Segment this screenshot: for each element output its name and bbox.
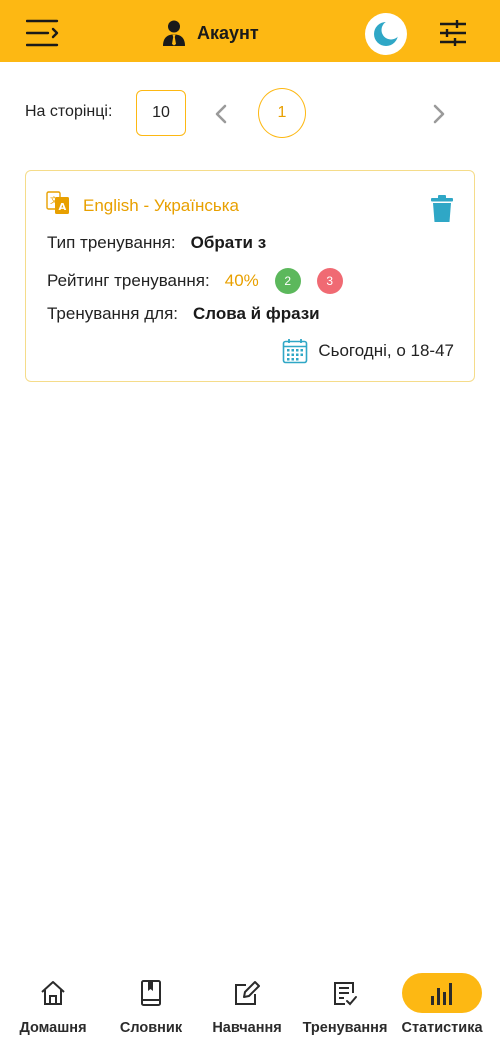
training-for-row: Тренування для: Слова й фрази bbox=[47, 304, 320, 324]
account-button[interactable]: Акаунт bbox=[162, 20, 259, 46]
nav-dictionary-label: Словник bbox=[119, 1020, 183, 1036]
training-for-value: Слова й фрази bbox=[193, 304, 320, 323]
nav-learning[interactable]: Навчання bbox=[199, 966, 295, 1046]
previous-page-button[interactable] bbox=[208, 100, 234, 128]
trash-icon bbox=[431, 195, 453, 222]
training-type-row: Тип тренування: Обрати з bbox=[47, 233, 266, 253]
page-size-label: На сторінці: bbox=[25, 103, 113, 120]
correct-count-badge: 2 bbox=[274, 268, 301, 294]
nav-home[interactable]: Домашня bbox=[5, 966, 101, 1046]
wrong-count-badge: 3 bbox=[316, 268, 343, 294]
svg-text:A: A bbox=[59, 202, 67, 213]
nav-learning-label: Навчання bbox=[212, 1020, 282, 1036]
user-tie-icon bbox=[163, 20, 185, 46]
calendar-icon bbox=[283, 339, 308, 364]
nav-dictionary[interactable]: Словник bbox=[103, 966, 199, 1046]
menu-button[interactable] bbox=[25, 18, 60, 48]
book-icon bbox=[141, 980, 161, 1006]
training-for-label: Тренування для: bbox=[47, 304, 178, 323]
training-date: Сьогодні, о 18-47 bbox=[318, 341, 454, 360]
checklist-icon bbox=[334, 982, 357, 1006]
page-size-select[interactable]: 10 bbox=[136, 90, 186, 136]
training-date-row: Сьогодні, о 18-47 bbox=[282, 338, 454, 364]
translate-icon: 文 A bbox=[46, 191, 69, 214]
bar-chart-icon bbox=[431, 983, 452, 1005]
delete-button[interactable] bbox=[431, 195, 453, 223]
moon-icon bbox=[374, 21, 399, 46]
nav-training-label: Тренування bbox=[302, 1020, 388, 1036]
training-rating-row: Рейтинг тренування: 40% 2 3 bbox=[47, 268, 343, 294]
theme-toggle-button[interactable] bbox=[365, 13, 407, 55]
chevron-right-icon bbox=[433, 104, 445, 124]
training-type-label: Тип тренування: bbox=[47, 233, 176, 252]
nav-home-label: Домашня bbox=[19, 1020, 87, 1036]
nav-training[interactable]: Тренування bbox=[297, 966, 393, 1046]
edit-icon bbox=[235, 981, 260, 1005]
menu-arrow-icon bbox=[25, 19, 59, 47]
training-rating-value: 40% bbox=[224, 271, 259, 290]
training-type-value: Обрати з bbox=[190, 233, 267, 252]
language-pair-title: English - Українська bbox=[83, 196, 239, 215]
filter-settings-button[interactable] bbox=[438, 19, 468, 47]
account-label: Акаунт bbox=[197, 22, 259, 43]
bottom-navigation: Домашня Словник Навчання Тренування Стат… bbox=[0, 966, 500, 1046]
home-icon bbox=[41, 981, 65, 1005]
training-rating-label: Рейтинг тренування: bbox=[47, 271, 210, 290]
svg-text:文: 文 bbox=[50, 195, 58, 205]
chevron-left-icon bbox=[215, 104, 227, 124]
nav-statistics[interactable]: Статистика bbox=[394, 966, 490, 1046]
current-page-indicator[interactable]: 1 bbox=[258, 88, 306, 138]
top-app-bar: Акаунт bbox=[0, 0, 500, 62]
nav-statistics-label: Статистика bbox=[401, 1020, 483, 1036]
next-page-button[interactable] bbox=[426, 100, 452, 128]
sliders-icon bbox=[440, 20, 466, 46]
training-result-card[interactable]: 文 A English - Українська Тип тренування:… bbox=[25, 170, 475, 382]
